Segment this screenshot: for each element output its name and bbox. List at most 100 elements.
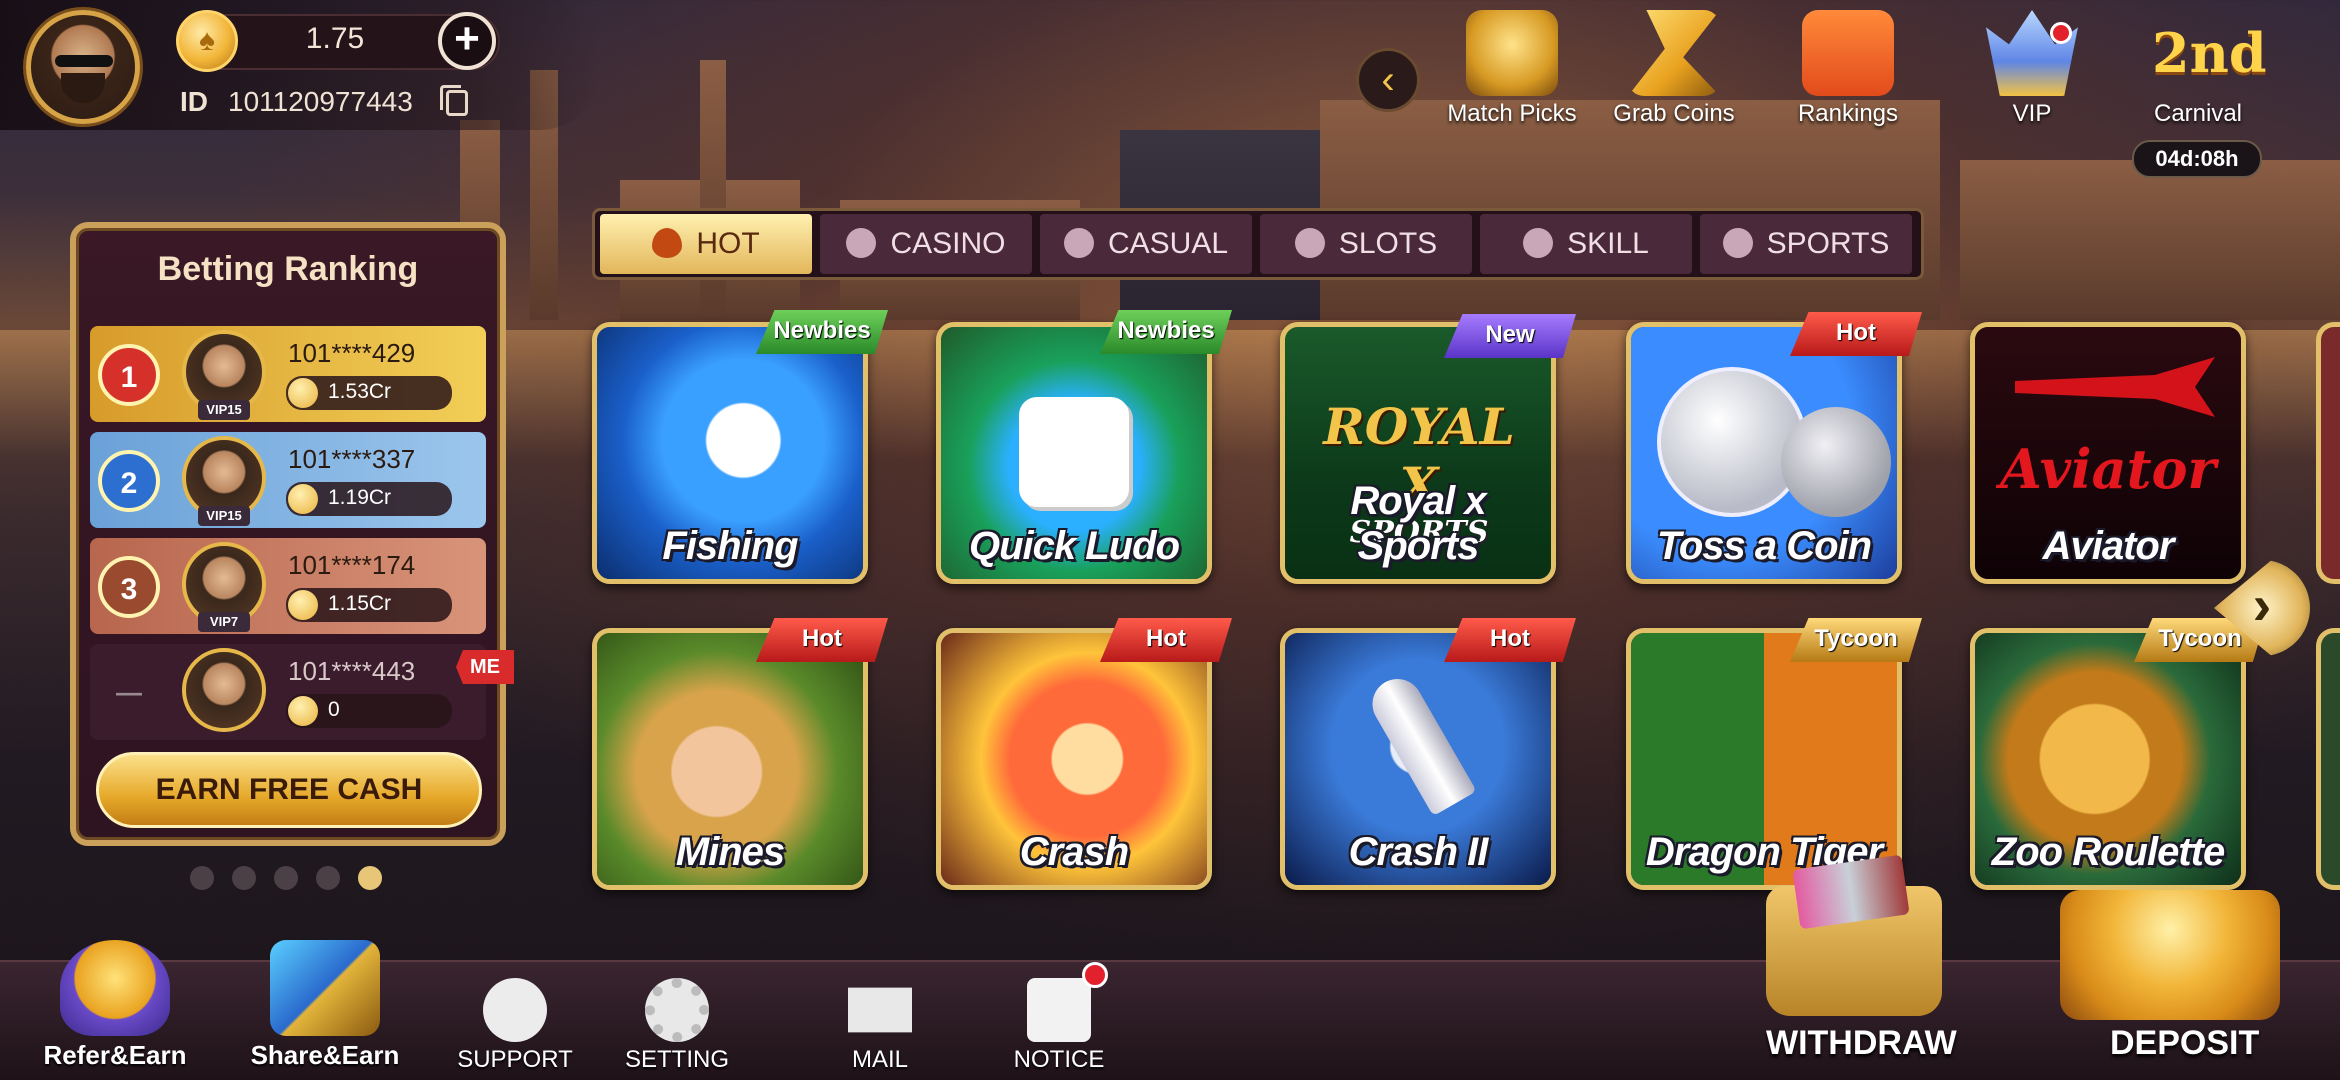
share-and-earn-button[interactable]: Share&Earn [240,940,410,1080]
rank-medal-icon: 3 [98,556,160,618]
game-title: Crash [1019,830,1129,874]
carnival-button[interactable]: 2nd Carnival [2118,10,2278,150]
user-avatar[interactable] [26,10,140,124]
notice-notification-dot [1082,962,1108,988]
slot-machine-icon [1294,228,1325,258]
share-earn-label: Share&Earn [250,1040,400,1070]
vip-notification-dot [2050,22,2072,44]
notice-label: NOTICE [1013,1046,1105,1073]
ranking-row[interactable]: 2 VIP15 101****337 1.19Cr [90,432,486,528]
add-balance-button[interactable]: + [438,12,496,70]
rank-medal-icon: 2 [98,450,160,512]
grab-coins-button[interactable]: Grab Coins [1594,10,1754,150]
game-card-crash-ii[interactable]: Crash II [1280,628,1556,890]
game-title: Crash II [1348,830,1489,874]
notice-icon [1027,978,1091,1042]
rank-medal-icon: 1 [98,344,160,406]
game-card-dragon-tiger[interactable]: Dragon Tiger [1626,628,1902,890]
withdraw-button[interactable]: WITHDRAW [1766,1024,1957,1063]
aviator-logo: Aviator [2000,437,2216,501]
game-title: Aviator [2042,524,2175,568]
game-card-toss-a-coin[interactable]: Toss a Coin [1626,322,1902,584]
mail-icon [848,987,912,1033]
tab-slots[interactable]: SLOTS [1260,214,1472,274]
hot-tag: Hot [1790,312,1922,356]
vip-badge: VIP15 [198,506,250,526]
bet-amount: 0 [286,694,452,728]
game-card-quick-ludo[interactable]: Quick Ludo [936,322,1212,584]
bet-amount: 1.19Cr [286,482,452,516]
mail-button[interactable]: MAIL [795,940,965,1080]
tab-casino[interactable]: CASINO [820,214,1032,274]
setting-button[interactable]: SETTING [592,940,762,1080]
deposit-button[interactable]: DEPOSIT [2110,1024,2259,1063]
avatar [182,648,266,732]
game-card-aviator[interactable]: Aviator Aviator [1970,322,2246,584]
tab-skill[interactable]: SKILL [1480,214,1692,274]
game-title: Mines [675,830,785,874]
mail-label: MAIL [851,1046,908,1073]
hot-tag: Hot [756,618,888,662]
trophy-icon [1466,10,1558,96]
bet-amount: 1.15Cr [286,588,452,622]
coin-icon [288,590,318,620]
ranking-row[interactable]: 3 VIP7 101****174 1.15Cr [90,538,486,634]
game-card-zoo-roulette[interactable]: Zoo Roulette [1970,628,2246,890]
grab-coins-label: Grab Coins [1613,100,1735,127]
copy-icon[interactable] [440,85,468,116]
wallet-icon[interactable] [1766,886,1942,1016]
support-label: SUPPORT [457,1046,573,1073]
flame-icon [652,228,683,258]
carnival-label: Carnival [2153,100,2243,127]
dealer-icon [846,228,877,258]
coin-icon [288,484,318,514]
next-game-card-peek[interactable] [2316,628,2340,890]
coin-icon [288,696,318,726]
carousel-dot-active[interactable] [358,866,382,890]
notice-button[interactable]: NOTICE [974,940,1144,1080]
game-card-mines[interactable]: Mines [592,628,868,890]
hot-tag: Hot [1444,618,1576,662]
support-button[interactable]: SUPPORT [430,940,600,1080]
vip-button[interactable]: VIP [1952,10,2112,150]
support-chat-icon [483,978,547,1042]
player-name: 101****337 [288,444,416,474]
player-name: 101****174 [288,550,416,580]
vip-badge: VIP15 [198,400,250,420]
newbies-tag: Newbies [1100,310,1232,354]
match-picks-button[interactable]: Match Picks [1432,10,1592,150]
ranking-row[interactable]: 1 VIP15 101****429 1.53Cr [90,326,486,422]
game-card-fishing[interactable]: Fishing [592,322,868,584]
carousel-dot[interactable] [190,866,214,890]
rankings-button[interactable]: Rankings [1768,10,1928,150]
bet-amount: 1.53Cr [286,376,452,410]
tab-casual[interactable]: CASUAL [1040,214,1252,274]
newbies-tag: Newbies [756,310,888,354]
me-badge: ME [456,650,514,684]
game-title: Fishing [662,524,798,568]
game-card-royal-x-sports[interactable]: ROYAL X SPORTS Royal x Sports [1280,322,1556,584]
gamepad-icon [1063,228,1094,258]
refer-and-earn-button[interactable]: Refer&Earn [30,940,200,1080]
tycoon-tag: Tycoon [1790,618,1922,662]
coin-icon: ♠ [176,10,238,72]
user-id-value: 101120977443 [228,86,413,117]
tab-sports[interactable]: SPORTS [1700,214,1912,274]
ranking-row-me[interactable]: — 101****443 0 [90,644,486,740]
carousel-dot[interactable] [232,866,256,890]
vip-badge: VIP7 [198,612,250,632]
tab-hot[interactable]: HOT [600,214,812,274]
hot-tag: Hot [1100,618,1232,662]
betting-ranking-title: Betting Ranking [157,250,419,288]
balance-value: 1.75 [305,22,365,55]
carnival-timer: 04d:08h [2132,140,2262,178]
rankings-label: Rankings [1797,100,1899,127]
treasure-chest-icon[interactable] [2060,890,2280,1020]
earn-free-cash-button[interactable]: EARN FREE CASH [96,752,482,828]
player-name: 101****429 [288,338,416,368]
game-card-crash[interactable]: Crash [936,628,1212,890]
carousel-dot[interactable] [316,866,340,890]
next-game-card-peek[interactable] [2316,322,2340,584]
collapse-menu-button[interactable]: ‹ [1356,48,1420,112]
carousel-dot[interactable] [274,866,298,890]
